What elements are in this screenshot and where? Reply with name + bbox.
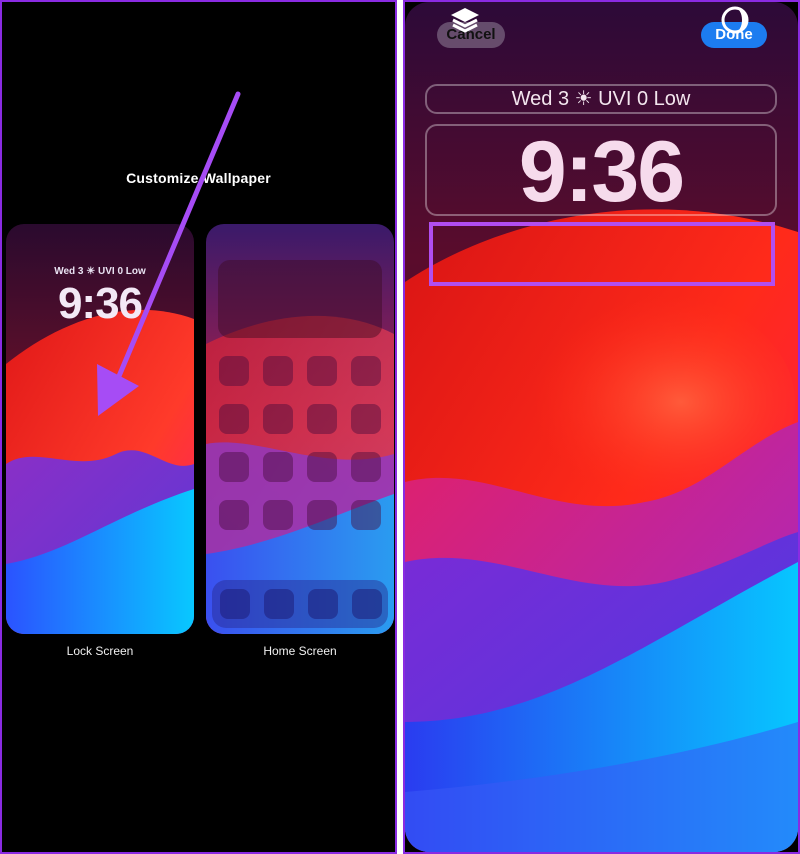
widget-area-highlight[interactable]	[429, 222, 775, 286]
date-widget-row[interactable]: Wed 3 ☀ UVI 0 Low	[425, 84, 777, 114]
clock-display[interactable]: 9:36	[425, 124, 777, 218]
customize-wallpaper-panel: Customize Wallpaper Wed 3 ☀ UVI 0 Low 9:…	[0, 0, 397, 854]
color-filter-icon[interactable]	[717, 2, 753, 38]
editor-wallpaper: Cancel Done Wed 3 ☀ UVI 0 Low 9:36	[405, 2, 798, 852]
lock-screen-editor: Cancel Done Wed 3 ☀ UVI 0 Low 9:36	[403, 0, 800, 854]
arrow-annotation-icon	[97, 91, 241, 416]
layers-icon[interactable]	[447, 2, 483, 38]
